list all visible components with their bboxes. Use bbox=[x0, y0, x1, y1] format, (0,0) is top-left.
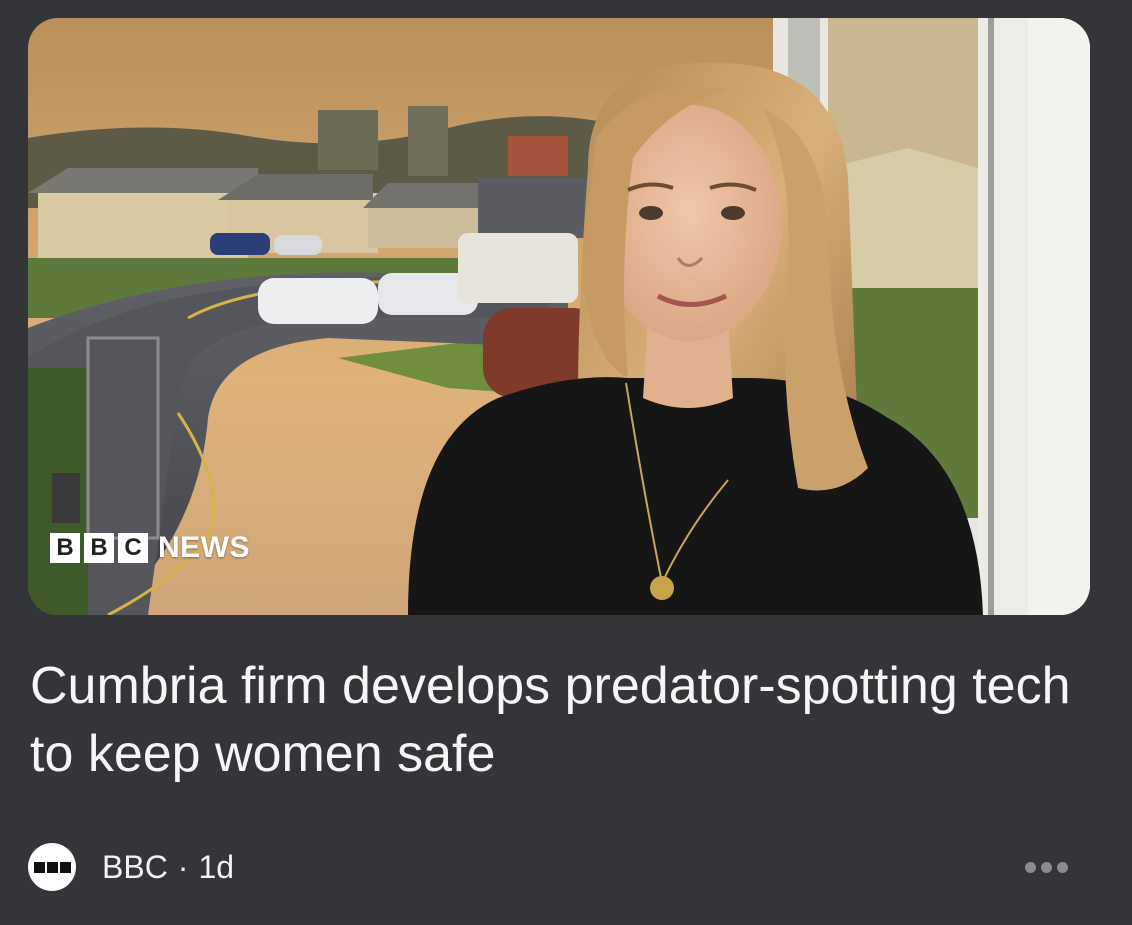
article-thumbnail[interactable]: B B C NEWS bbox=[28, 18, 1090, 615]
bbc-letter-box: B bbox=[50, 533, 80, 563]
ellipsis-icon bbox=[1024, 861, 1036, 873]
bbc-letter-box: B bbox=[84, 533, 114, 563]
ellipsis-icon bbox=[1040, 861, 1052, 873]
bbc-letter-box: C bbox=[118, 533, 148, 563]
ellipsis-icon bbox=[1056, 861, 1068, 873]
bbc-news-watermark: B B C NEWS bbox=[50, 531, 250, 565]
bbc-logo-icon[interactable] bbox=[28, 843, 76, 891]
source-row[interactable]: BBC · 1d bbox=[28, 842, 234, 892]
news-wordmark: NEWS bbox=[158, 531, 250, 564]
article-headline[interactable]: Cumbria firm develops predator-spotting … bbox=[30, 652, 1080, 788]
separator-dot: · bbox=[177, 848, 189, 885]
published-time: 1d bbox=[198, 848, 235, 885]
source-name[interactable]: BBC bbox=[102, 849, 168, 886]
more-options-button[interactable] bbox=[1016, 851, 1076, 883]
thumbnail-photo bbox=[28, 18, 1090, 615]
news-card[interactable]: B B C NEWS Cumbria firm develops predato… bbox=[0, 0, 1132, 925]
